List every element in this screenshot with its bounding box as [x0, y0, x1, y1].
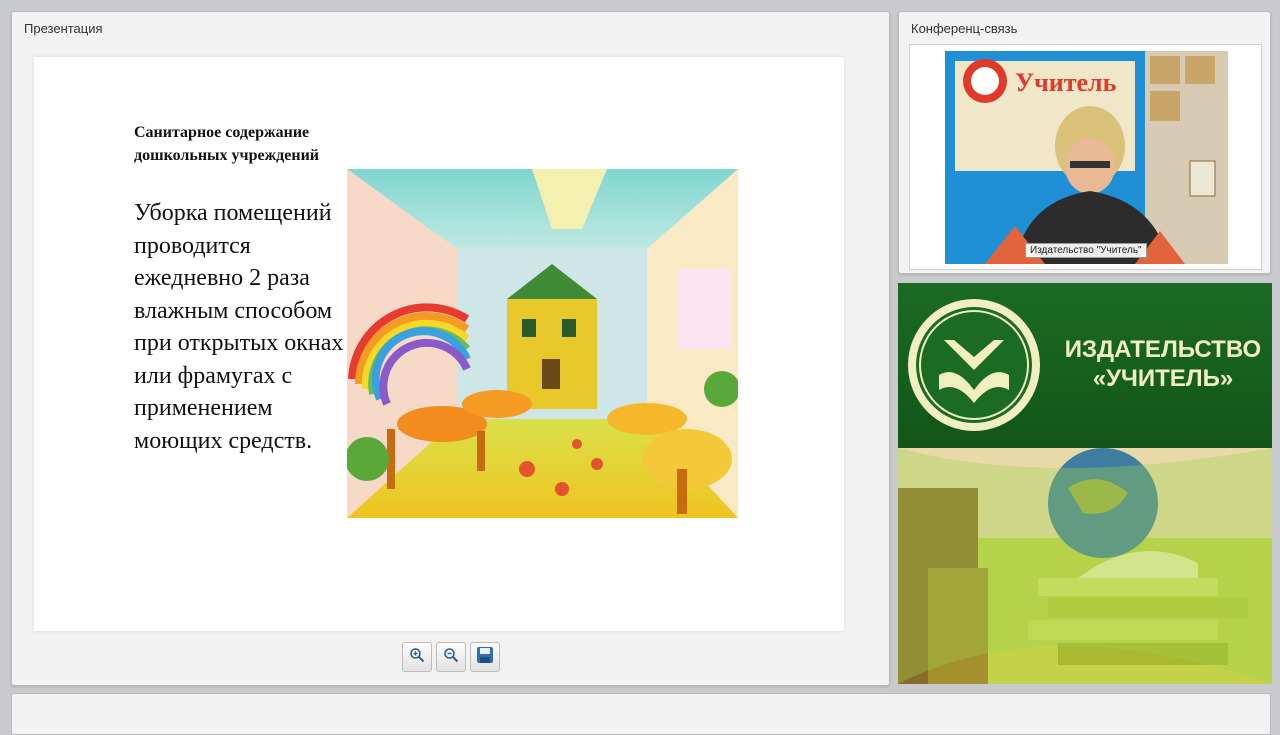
presentation-panel: Презентация Санитарное содержание дошкол… — [11, 11, 890, 686]
slide-heading: Санитарное содержание дошкольных учрежде… — [134, 124, 320, 164]
video-feed[interactable]: Учитель Издательство "Учитель" — [945, 51, 1228, 264]
zoom-in-icon — [409, 647, 425, 668]
publisher-name-line1: ИЗДАТЕЛЬСТВО — [1064, 336, 1262, 363]
conference-panel-title: Конференц-связь — [911, 21, 1018, 36]
publisher-banner: ИЗДАТЕЛЬСТВО «УЧИТЕЛЬ» — [898, 283, 1272, 684]
zoom-out-button[interactable] — [436, 642, 466, 672]
banner-header: ИЗДАТЕЛЬСТВО «УЧИТЕЛЬ» — [898, 283, 1272, 448]
svg-text:Учитель: Учитель — [1015, 68, 1117, 97]
bottom-panel — [11, 693, 1271, 735]
presentation-slide: Санитарное содержание дошкольных учрежде… — [34, 57, 844, 631]
presentation-panel-title: Презентация — [24, 21, 103, 36]
slide-image-kindergarten-room — [347, 169, 738, 518]
presentation-toolbar — [402, 642, 500, 672]
slide-body-text: Уборка помещений проводится ежедневно 2 … — [134, 200, 344, 454]
publisher-name: ИЗДАТЕЛЬСТВО «УЧИТЕЛЬ» — [1058, 335, 1268, 393]
publisher-name-line2: «УЧИТЕЛЬ» — [1092, 365, 1234, 392]
zoom-out-icon — [443, 647, 459, 668]
banner-books-image — [898, 448, 1272, 684]
save-icon — [476, 646, 494, 669]
video-caption: Издательство "Учитель" — [1025, 243, 1147, 258]
conference-panel: Конференц-связь Учитель Издательство "Уч… — [898, 11, 1271, 274]
video-container: Учитель Издательство "Учитель" — [909, 44, 1262, 270]
save-button[interactable] — [470, 642, 500, 672]
zoom-in-button[interactable] — [402, 642, 432, 672]
